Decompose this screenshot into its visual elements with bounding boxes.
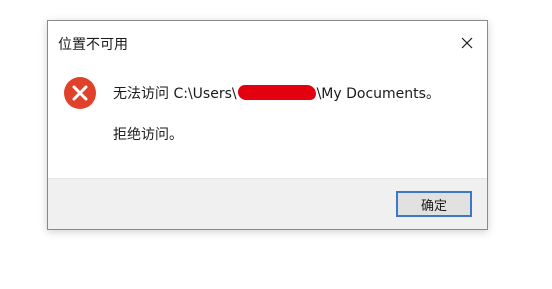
error-detail: 拒绝访问。 (113, 127, 183, 143)
error-icon (64, 77, 96, 109)
redaction-mark (237, 85, 316, 100)
error-dialog: 位置不可用 无法访问 C:\Users\ \My Documents。 拒绝访问。… (47, 20, 488, 230)
close-button[interactable] (447, 27, 487, 59)
message-suffix: \My Documents。 (316, 86, 440, 102)
dialog-footer: 确定 (48, 178, 487, 229)
ok-button[interactable]: 确定 (396, 191, 472, 217)
close-icon (461, 37, 473, 49)
dialog-content: 无法访问 C:\Users\ \My Documents。 拒绝访问。 (48, 65, 487, 179)
message-prefix: 无法访问 C:\Users\ (113, 86, 237, 102)
error-message: 无法访问 C:\Users\ \My Documents。 (113, 83, 440, 103)
dialog-title: 位置不可用 (58, 37, 128, 53)
dialog-titlebar: 位置不可用 (48, 21, 487, 65)
